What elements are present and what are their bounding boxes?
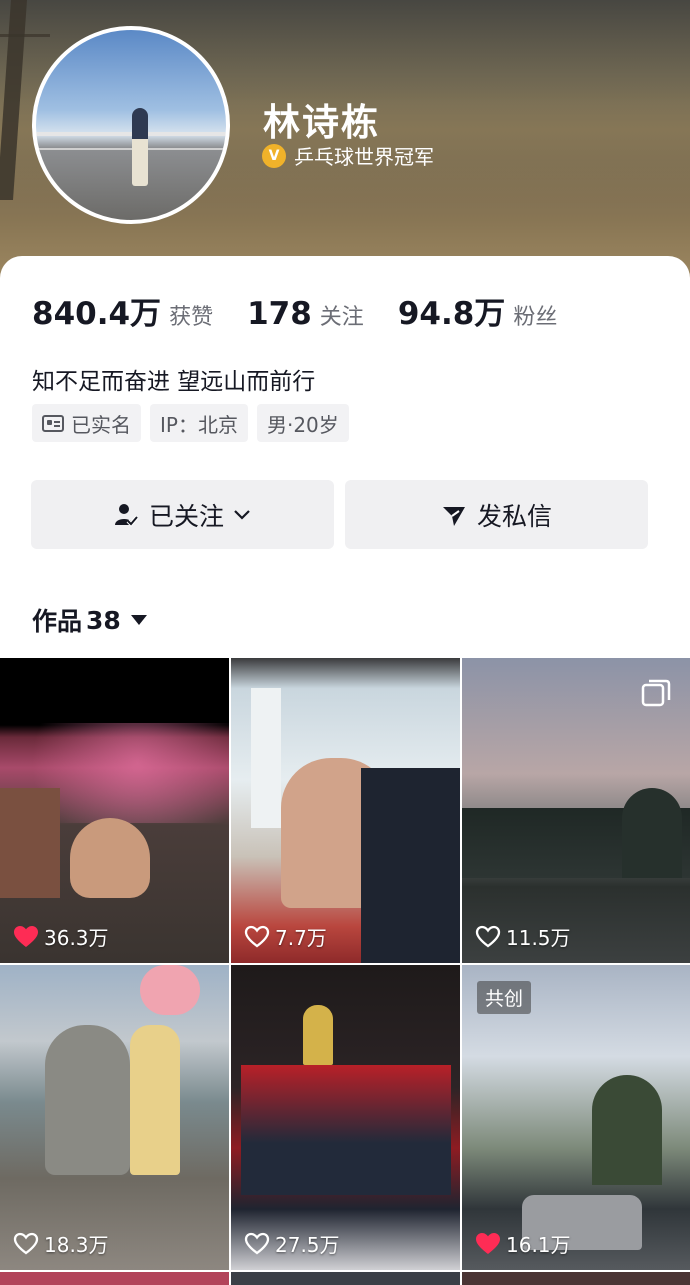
like-count: 11.5万 [475,922,571,951]
video-tile[interactable] [231,1272,460,1285]
like-count: 36.3万 [13,922,109,951]
video-tile[interactable]: 7.7万 [231,658,460,963]
heart-outline-icon [475,925,501,947]
stat-likes[interactable]: 840.4万 获赞 [32,288,213,333]
message-button[interactable]: 发私信 [345,480,648,549]
followed-button-label: 已关注 [148,501,224,531]
message-button-label: 发私信 [476,501,552,531]
video-tile[interactable]: 27.5万 [231,965,460,1270]
tag-realname: 已实名 [32,404,141,442]
tag-realname-label: 已实名 [71,412,131,437]
followed-button[interactable]: 已关注 [31,480,334,549]
profile-page: 林诗栋 V 乒乓球世界冠军 840.4万 获赞 178 关注 94.8万 粉丝 … [0,0,690,1285]
works-tab[interactable]: 作品 38 [32,602,147,638]
bio-text: 知不足而奋进 望远山而前行 [32,369,316,395]
verification-text: 乒乓球世界冠军 [294,145,434,169]
video-tile[interactable] [0,1272,229,1285]
stat-followers[interactable]: 94.8万 粉丝 [398,288,558,333]
chevron-down-icon [232,508,252,522]
caret-down-icon [130,615,147,625]
stat-likes-value: 840.4万 [32,296,162,332]
video-tile[interactable]: 11.5万 [462,658,690,963]
like-count: 18.3万 [13,1229,109,1258]
profile-name: 林诗栋 [263,101,380,144]
stat-following-value: 178 [247,296,312,332]
video-tile[interactable] [462,1272,690,1285]
heart-filled-icon [476,1232,500,1254]
heart-filled-icon [14,925,38,947]
like-count: 27.5万 [244,1229,340,1258]
video-tile[interactable]: 36.3万 [0,658,229,963]
user-check-icon [113,502,139,528]
send-icon [441,502,467,528]
id-card-icon [42,414,64,432]
stat-followers-label: 粉丝 [513,305,558,330]
tag-gender-age: 男·20岁 [256,404,349,442]
like-count: 7.7万 [244,922,327,951]
heart-outline-icon [244,925,270,947]
works-count: 38 [86,605,121,635]
verification-line: V 乒乓球世界冠军 [262,141,434,170]
avatar[interactable] [32,26,230,224]
co-create-badge: 共创 [477,981,532,1014]
video-tile[interactable]: 共创 16.1万 [462,965,690,1270]
heart-outline-icon [244,1232,270,1254]
heart-outline-icon [13,1232,39,1254]
stats-row: 840.4万 获赞 178 关注 94.8万 粉丝 [32,288,591,333]
multi-image-icon [641,678,671,712]
profile-tags: 已实名 IP：北京 男·20岁 [32,404,358,442]
stat-following[interactable]: 178 关注 [247,296,364,332]
verified-badge-icon: V [262,143,286,168]
stat-followers-value: 94.8万 [397,296,506,332]
stat-likes-label: 获赞 [169,305,214,330]
tag-ip: IP：北京 [150,404,248,442]
works-label: 作品 [32,607,83,636]
stat-following-label: 关注 [319,305,364,330]
like-count: 16.1万 [475,1229,571,1258]
video-tile[interactable]: 18.3万 [0,965,229,1270]
